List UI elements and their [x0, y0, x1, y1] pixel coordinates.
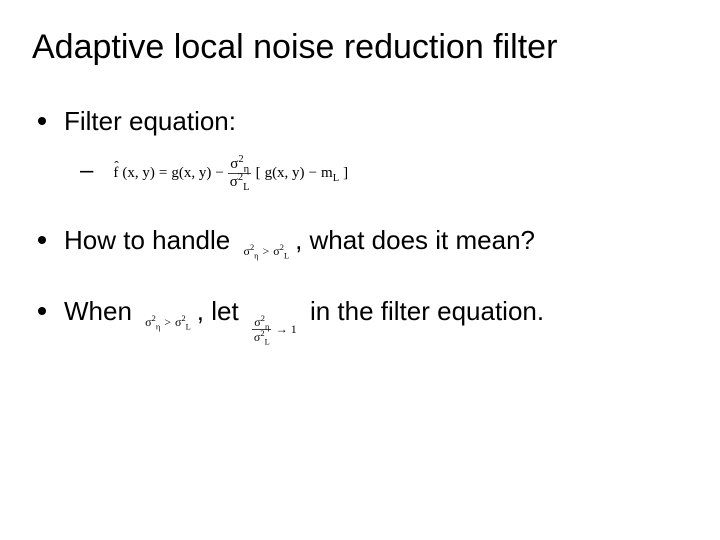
dash-icon: –: [80, 157, 93, 185]
bullet-3-text: When σ2η > σ2L , let σ2η σ2L → 1 in the …: [64, 295, 688, 343]
bullet-2-text: How to handle σ2η > σ2L , what does it m…: [64, 224, 688, 260]
filter-equation: f(x, y) = g(x, y) − σ2η σ2L [g(x, y) − m…: [113, 157, 348, 190]
f-hat: f: [113, 165, 118, 182]
sub-bullet-1: – f(x, y) = g(x, y) − σ2η σ2L [g(x, y) −…: [80, 157, 688, 190]
bullet-dot-icon: [38, 307, 46, 315]
bullet-3: When σ2η > σ2L , let σ2η σ2L → 1 in the …: [32, 295, 688, 343]
bullet-dot-icon: [38, 236, 46, 244]
bullet-1-text: Filter equation:: [64, 105, 688, 139]
slide: Adaptive local noise reduction filter Fi…: [0, 0, 720, 540]
inequality-expr-2: σ2η > σ2L: [145, 315, 191, 331]
spacer: [32, 277, 688, 295]
slide-title: Adaptive local noise reduction filter: [32, 28, 688, 67]
bullet-dot-icon: [38, 117, 46, 125]
bullet-2: How to handle σ2η > σ2L , what does it m…: [32, 224, 688, 260]
inequality-expr: σ2η > σ2L: [243, 244, 289, 260]
ratio-to-one: σ2η σ2L → 1: [252, 316, 297, 343]
bullet-1: Filter equation:: [32, 105, 688, 139]
sigma-ratio: σ2η σ2L: [228, 157, 252, 190]
